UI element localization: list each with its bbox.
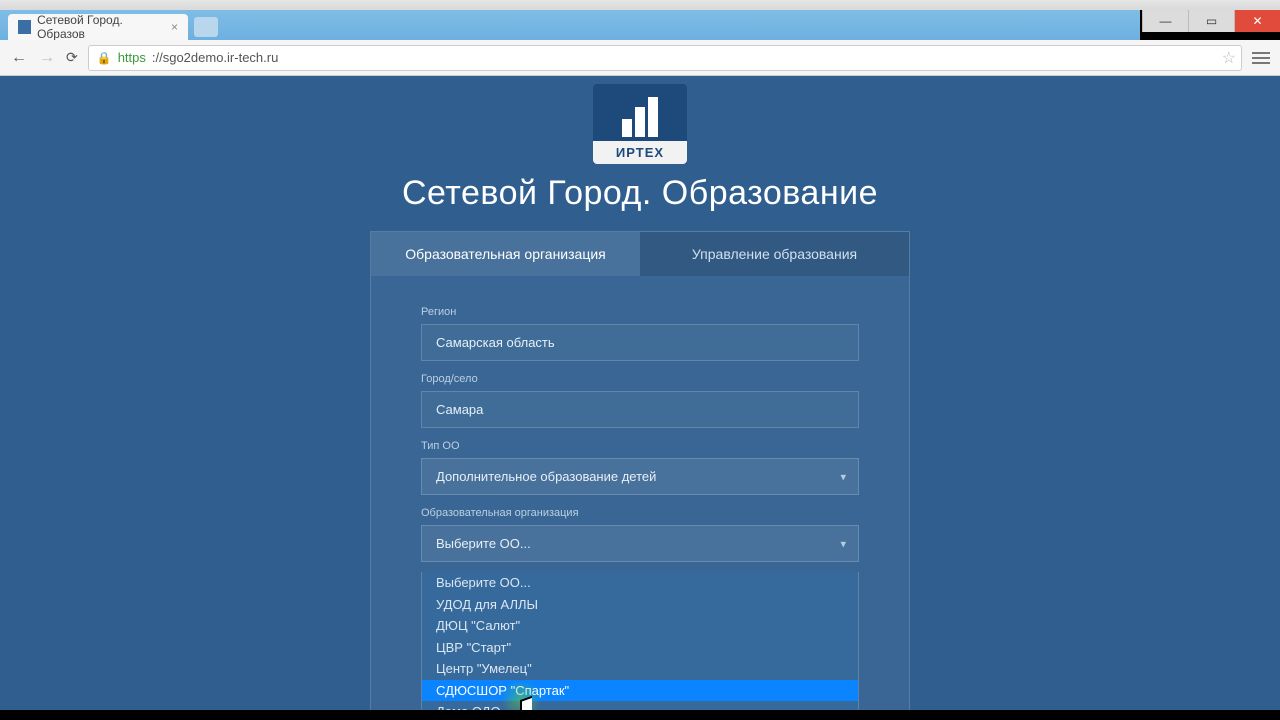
page-content: ИРТЕХ Сетевой Город. Образование Образов… [0,76,1280,710]
browser-toolbar: ← → ⟳ 🔒 https ://sgo2demo.ir-tech.ru ☆ [0,40,1280,76]
logo: ИРТЕХ [593,84,687,164]
window-minimize-button[interactable] [1142,10,1188,32]
select-type-value: Дополнительное образование детей [436,469,656,484]
tab-close-icon[interactable]: × [171,20,178,34]
favicon [18,20,31,34]
window-close-button[interactable] [1234,10,1280,32]
label-org: Образовательная организация [421,507,859,519]
url-protocol: https [118,50,146,65]
nav-forward-button: → [38,49,56,67]
new-tab-button[interactable] [194,17,218,37]
window-titlebar [0,0,1280,10]
label-city: Город/село [421,373,859,385]
page-title: Сетевой Город. Образование [402,174,878,213]
tab-edu-mgmt[interactable]: Управление образования [640,232,909,276]
dropdown-option[interactable]: Центр "Умелец" [422,658,858,680]
lock-icon: 🔒 [97,51,112,65]
letterbox-bottom [0,710,1280,720]
chevron-down-icon: ▾ [840,470,846,483]
dropdown-option[interactable]: ЦВР "Старт" [422,637,858,659]
browser-tab-title: Сетевой Город. Образов [37,13,165,41]
nav-back-button[interactable]: ← [10,49,28,67]
dropdown-option[interactable]: СДЮСШОР "Спартак" [422,680,858,702]
tab-edu-org[interactable]: Образовательная организация [371,232,640,276]
login-card: Образовательная организация Управление о… [370,231,910,710]
select-type[interactable]: Дополнительное образование детей ▾ [421,458,859,495]
select-region-value: Самарская область [436,335,555,350]
browser-tab-active[interactable]: Сетевой Город. Образов × [8,14,188,40]
chevron-down-icon: ▾ [840,537,846,550]
select-org[interactable]: Выберите ОО... ▾ [421,525,859,562]
url-bar[interactable]: 🔒 https ://sgo2demo.ir-tech.ru [88,45,1242,71]
select-region[interactable]: Самарская область [421,324,859,361]
select-city-value: Самара [436,402,483,417]
url-host: ://sgo2demo.ir-tech.ru [152,50,278,65]
window-maximize-button[interactable] [1188,10,1234,32]
dropdown-option[interactable]: ДЮЦ "Салют" [422,615,858,637]
reload-button[interactable]: ⟳ [66,49,78,66]
dropdown-option[interactable]: Выберите ОО... [422,572,858,594]
browser-tab-strip: Сетевой Город. Образов × [0,10,1140,40]
bookmark-icon[interactable]: ☆ [1222,48,1236,68]
select-org-value: Выберите ОО... [436,536,531,551]
select-org-dropdown[interactable]: Выберите ОО...УДОД для АЛЛЫДЮЦ "Салют"ЦВ… [421,572,859,710]
label-region: Регион [421,306,859,318]
select-city[interactable]: Самара [421,391,859,428]
dropdown-option[interactable]: УДОД для АЛЛЫ [422,594,858,616]
dropdown-option[interactable]: Демо ОДО [422,701,858,710]
logo-text: ИРТЕХ [593,141,687,164]
label-type: Тип ОО [421,440,859,452]
browser-menu-icon[interactable] [1252,52,1270,64]
